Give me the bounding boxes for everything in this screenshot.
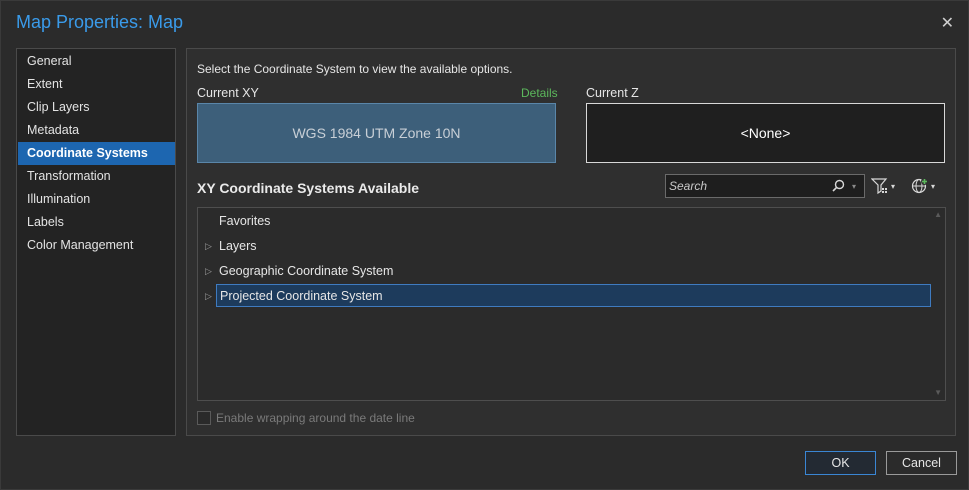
filter-icon: [871, 178, 888, 195]
current-z-value: <None>: [740, 125, 791, 141]
scroll-down-icon[interactable]: ▼: [934, 388, 942, 397]
wrap-dateline-checkbox[interactable]: [197, 411, 211, 425]
sidebar-item-clip-layers[interactable]: Clip Layers: [18, 96, 175, 119]
expand-triangle-icon[interactable]: ▷: [205, 235, 213, 258]
details-link[interactable]: Details: [521, 86, 558, 100]
tree-item-projected[interactable]: Projected Coordinate System: [216, 284, 931, 307]
add-coordinate-system-button[interactable]: ▾: [911, 174, 935, 198]
current-z-box[interactable]: <None>: [586, 103, 945, 163]
sidebar-item-color-management[interactable]: Color Management: [18, 234, 175, 257]
search-input[interactable]: [669, 177, 819, 195]
sidebar-item-labels[interactable]: Labels: [18, 211, 175, 234]
close-icon[interactable]: ✕: [941, 13, 954, 33]
current-xy-box[interactable]: WGS 1984 UTM Zone 10N: [197, 103, 556, 163]
dialog-title: Map Properties: Map: [16, 12, 184, 32]
globe-add-icon: [911, 178, 928, 194]
instruction-text: Select the Coordinate System to view the…: [197, 62, 513, 76]
sidebar-item-metadata[interactable]: Metadata: [18, 119, 175, 142]
sidebar-item-coordinate-systems[interactable]: Coordinate Systems: [18, 142, 175, 165]
current-z-label: Current Z: [586, 86, 639, 100]
globe-caret-icon: ▾: [931, 181, 936, 191]
sidebar-item-extent[interactable]: Extent: [18, 73, 175, 96]
coordinate-systems-panel: Select the Coordinate System to view the…: [186, 48, 956, 436]
filter-caret-icon: ▾: [891, 181, 896, 191]
current-xy-value: WGS 1984 UTM Zone 10N: [292, 125, 461, 141]
ok-button[interactable]: OK: [805, 451, 876, 475]
search-icon[interactable]: [830, 178, 846, 194]
title-bar: Map Properties: Map ✕: [1, 1, 968, 45]
search-box[interactable]: ▾: [665, 174, 865, 198]
sidebar-nav: General Extent Clip Layers Metadata Coor…: [16, 48, 176, 436]
expand-triangle-icon[interactable]: ▷: [205, 285, 213, 308]
sidebar-item-transformation[interactable]: Transformation: [18, 165, 175, 188]
search-options-caret[interactable]: ▾: [852, 182, 856, 191]
expand-triangle-icon[interactable]: ▷: [205, 260, 213, 283]
tree-item-layers[interactable]: Layers: [216, 235, 931, 258]
cancel-button[interactable]: Cancel: [886, 451, 957, 475]
coordinate-systems-tree: Favorites ▷ Layers ▷ Geographic Coordina…: [197, 207, 946, 401]
tree-item-favorites[interactable]: Favorites: [216, 210, 931, 233]
filter-button[interactable]: ▾: [871, 174, 895, 198]
wrap-dateline-label: Enable wrapping around the date line: [216, 411, 415, 425]
section-title: XY Coordinate Systems Available: [197, 180, 420, 196]
sidebar-item-general[interactable]: General: [18, 50, 175, 73]
map-properties-dialog: Map Properties: Map ✕ General Extent Cli…: [0, 0, 969, 490]
sidebar-item-illumination[interactable]: Illumination: [18, 188, 175, 211]
scroll-up-icon[interactable]: ▲: [934, 210, 942, 219]
tree-item-geographic[interactable]: Geographic Coordinate System: [216, 260, 931, 283]
current-xy-label: Current XY: [197, 86, 259, 100]
